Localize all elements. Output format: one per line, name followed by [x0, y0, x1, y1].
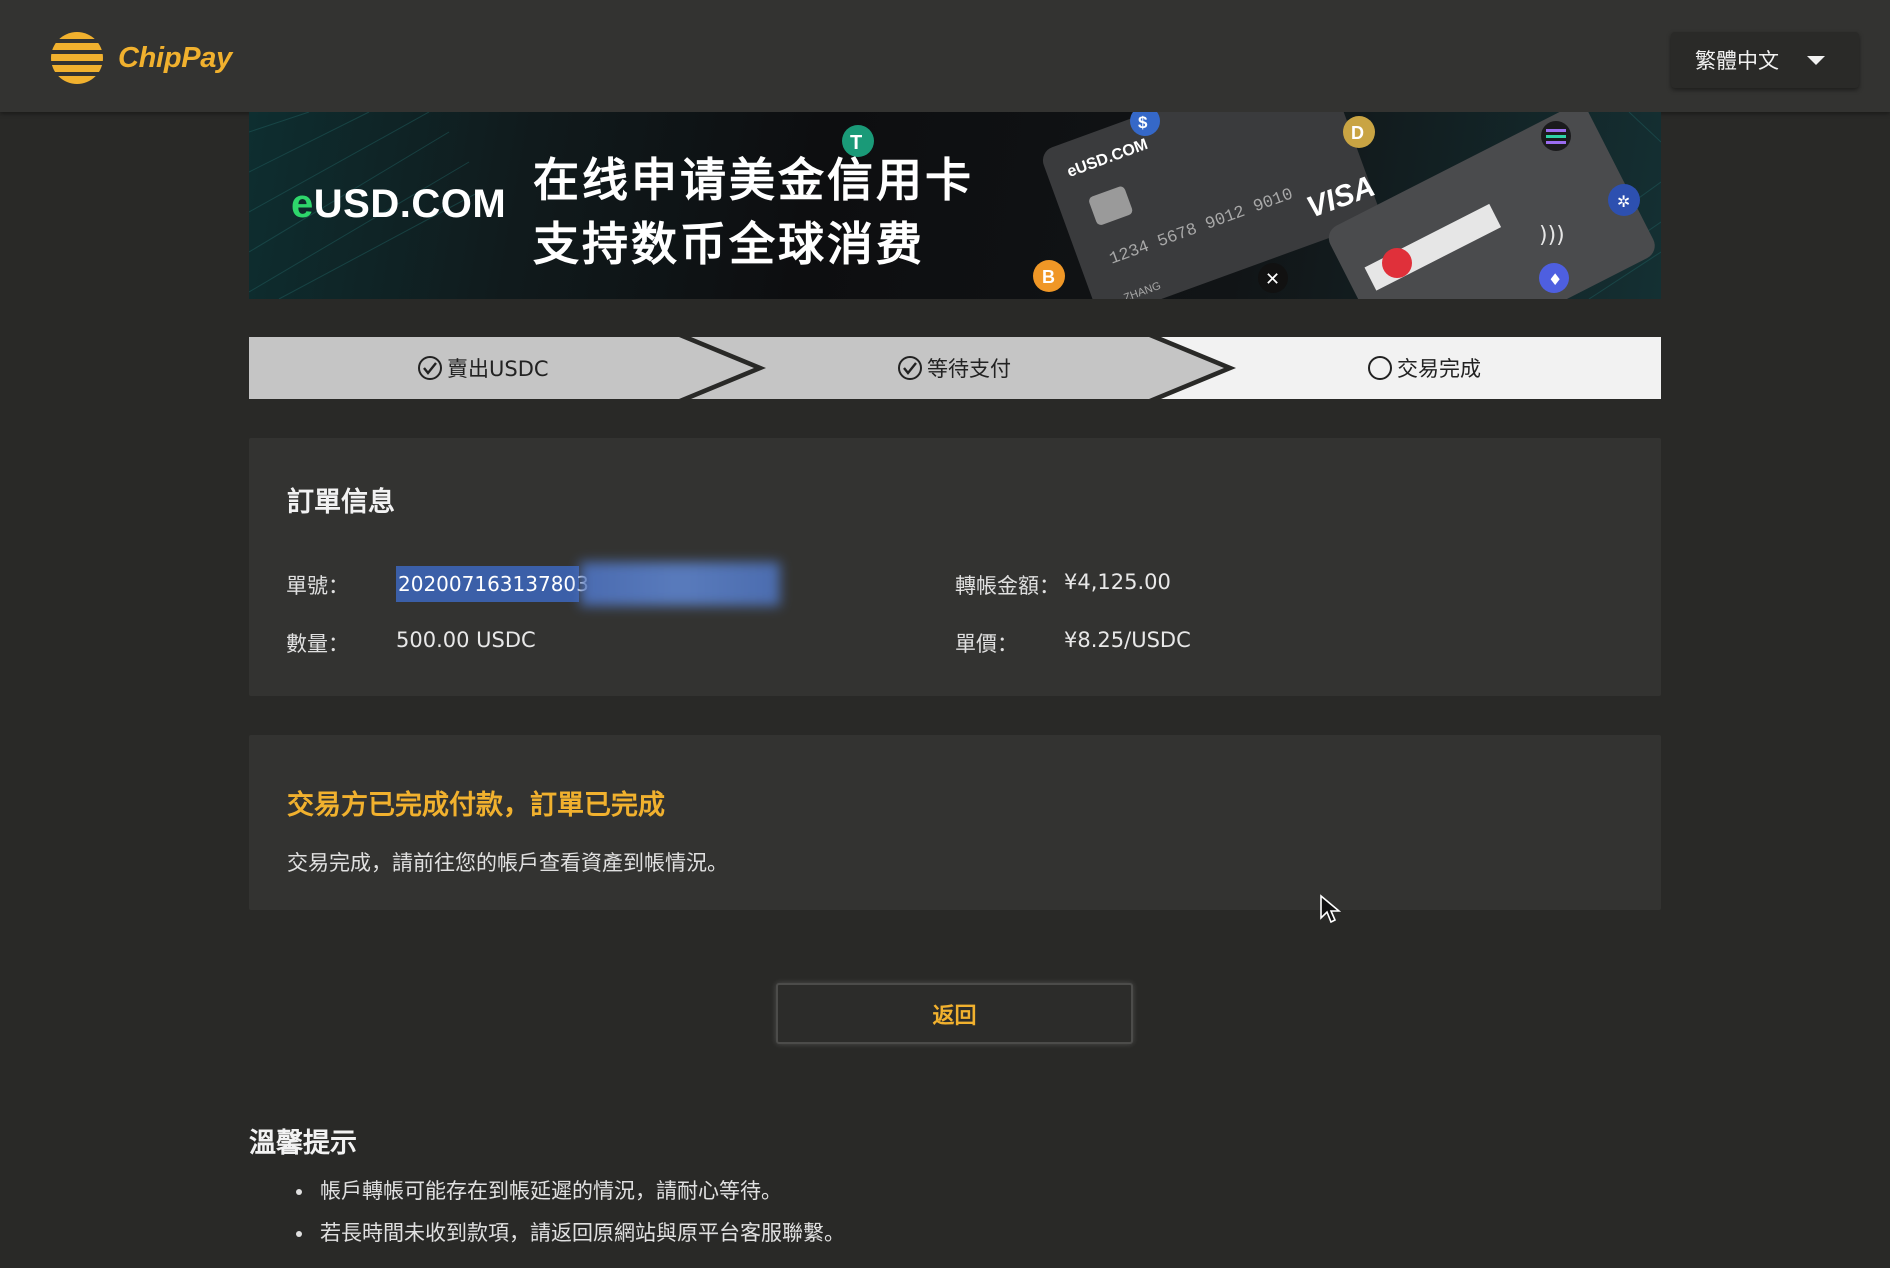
svg-text:D: D	[1351, 123, 1364, 143]
empty-circle-icon	[1368, 356, 1392, 380]
status-description: 交易完成，請前往您的帳戶查看資產到帳情況。	[287, 851, 728, 875]
order-info-title: 訂單信息	[287, 487, 395, 518]
status-title: 交易方已完成付款，訂單已完成	[287, 790, 665, 821]
svg-text:✲: ✲	[1617, 192, 1630, 211]
chippay-logo[interactable]: ChipPay	[50, 28, 232, 88]
tip-item: 帳戶轉帳可能存在到帳延遲的情況，請耐心等待。	[296, 1176, 845, 1218]
step-label: 賣出USDC	[447, 357, 549, 381]
status-card: 交易方已完成付款，訂單已完成 交易完成，請前往您的帳戶查看資產到帳情況。	[249, 735, 1661, 910]
redacted-order-suffix	[580, 562, 780, 606]
step-complete: 交易完成	[1367, 337, 1481, 399]
tips-list: 帳戶轉帳可能存在到帳延遲的情況，請耐心等待。 若長時間未收到款項，請返回原網站與…	[296, 1176, 845, 1260]
banner-headline: 在线申请美金信用卡	[533, 153, 974, 207]
quantity-label: 數量：	[286, 632, 349, 656]
banner-subheadline: 支持数币全球消费	[533, 217, 925, 271]
svg-text:✕: ✕	[1265, 269, 1280, 290]
logo-text: ChipPay	[118, 41, 232, 74]
transfer-amount-value: ¥4,125.00	[1064, 570, 1171, 594]
promo-banner[interactable]: eUSD.COM 1234 5678 9012 9010 ZHANG VISA …	[249, 112, 1661, 299]
chippay-logo-icon	[51, 32, 103, 84]
step-await-payment: 等待支付	[897, 337, 1011, 399]
svg-text:$: $	[1138, 113, 1148, 132]
chevron-down-icon	[1807, 56, 1825, 65]
check-circle-icon	[418, 356, 442, 380]
step-label: 等待支付	[927, 357, 1011, 381]
language-selector[interactable]: 繁體中文	[1671, 32, 1859, 88]
mouse-cursor-icon	[1320, 894, 1341, 924]
top-bar: ChipPay 繁體中文	[0, 0, 1890, 112]
tips-title: 溫馨提示	[249, 1128, 357, 1159]
transfer-amount-label: 轉帳金額：	[955, 574, 1060, 598]
svg-text:B: B	[1042, 267, 1055, 287]
banner-brand: eUSD.COM	[291, 182, 507, 226]
svg-text:))): )))	[1539, 223, 1565, 248]
svg-text:♦: ♦	[1548, 270, 1562, 289]
progress-steps: 賣出USDC 等待支付 交易完成	[249, 337, 1661, 399]
step-label: 交易完成	[1397, 357, 1481, 381]
unit-price-value: ¥8.25/USDC	[1064, 628, 1191, 652]
order-number-value[interactable]: 202007163137803	[396, 566, 589, 602]
tip-item: 若長時間未收到款項，請返回原網站與原平台客服聯繫。	[296, 1218, 845, 1260]
back-button[interactable]: 返回	[776, 983, 1133, 1044]
quantity-value: 500.00 USDC	[396, 628, 536, 652]
order-number-label: 單號：	[286, 574, 349, 598]
check-circle-icon	[898, 356, 922, 380]
step-sell-usdc: 賣出USDC	[417, 337, 549, 399]
language-label: 繁體中文	[1695, 49, 1779, 73]
unit-price-label: 單價：	[955, 632, 1018, 656]
